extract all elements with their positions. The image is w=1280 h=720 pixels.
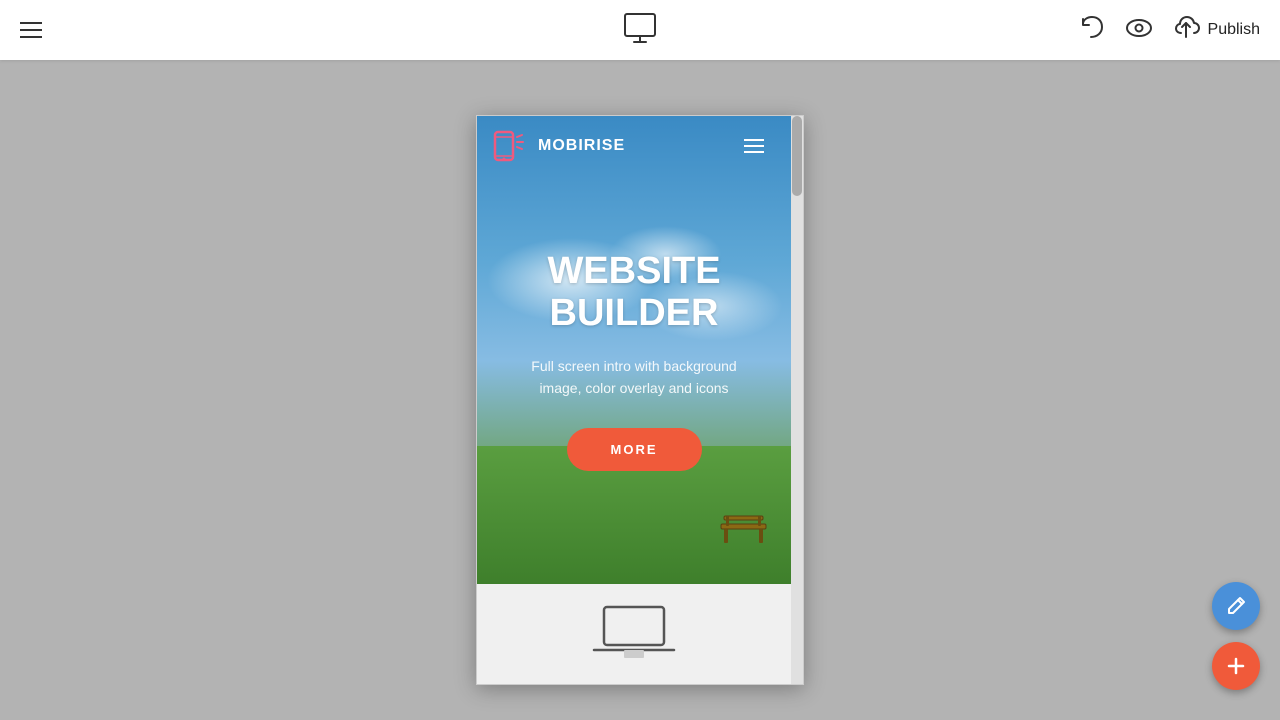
add-fab-button[interactable] [1212, 642, 1260, 690]
menu-icon[interactable] [20, 22, 42, 38]
publish-label: Publish [1208, 21, 1260, 39]
topbar-left [20, 22, 42, 38]
phone-logo: MOBIRISE [492, 127, 625, 165]
canvas: MOBIRISE WEBSITE BUILDER Full screen int… [0, 60, 1280, 720]
bench-illustration [716, 506, 771, 556]
phone-scrollbar-thumb [792, 116, 802, 196]
edit-fab-button[interactable] [1212, 582, 1260, 630]
fab-container [1212, 582, 1260, 690]
phone-brand-name: MOBIRISE [538, 137, 625, 155]
eye-icon[interactable] [1124, 14, 1154, 47]
phone-hero-subtitle: Full screen intro with background image,… [524, 355, 744, 400]
phone-nav-hamburger[interactable] [744, 139, 764, 153]
mobirise-logo-icon [492, 127, 530, 165]
phone-scrollbar[interactable] [791, 116, 803, 684]
topbar-center [622, 10, 658, 51]
publish-button[interactable]: Publish [1172, 15, 1260, 46]
phone-preview: MOBIRISE WEBSITE BUILDER Full screen int… [476, 115, 804, 685]
upload-icon [1172, 15, 1200, 46]
laptop-illustration [589, 602, 679, 667]
phone-bottom-section [477, 584, 791, 684]
undo-icon[interactable] [1078, 14, 1106, 47]
monitor-icon[interactable] [622, 10, 658, 51]
phone-hero-title: WEBSITE BUILDER [524, 251, 744, 335]
phone-hero-section: MOBIRISE WEBSITE BUILDER Full screen int… [477, 116, 791, 606]
phone-hero-cta-button[interactable]: MORE [567, 428, 702, 471]
phone-hero-content: WEBSITE BUILDER Full screen intro with b… [524, 251, 744, 470]
topbar: Publish [0, 0, 1280, 60]
phone-nav: MOBIRISE [477, 116, 779, 176]
topbar-right: Publish [1078, 14, 1260, 47]
